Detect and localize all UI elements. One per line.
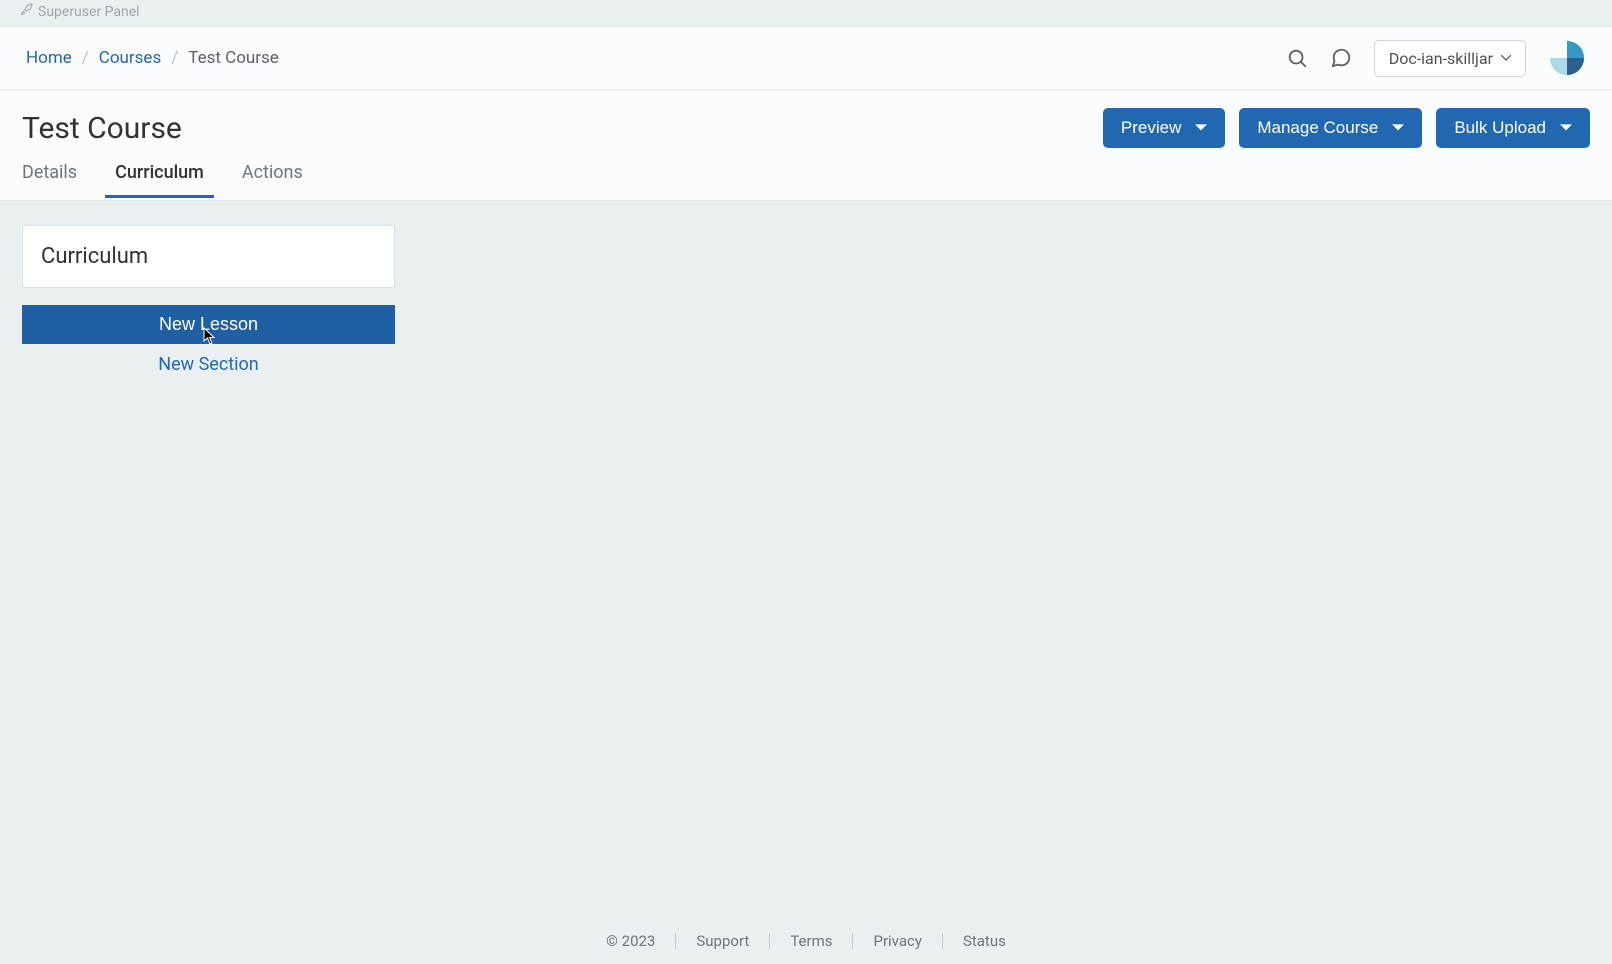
user-name: Doc-ian-skilljar [1389,49,1493,68]
curriculum-panel-title: Curriculum [22,225,395,288]
breadcrumb-current: Test Course [188,48,279,68]
breadcrumb-home[interactable]: Home [26,48,72,68]
tab-curriculum[interactable]: Curriculum [115,162,204,200]
footer-divider [675,933,676,949]
footer-divider [942,933,943,949]
breadcrumb: Home / Courses / Test Course [26,48,279,68]
tabs: Details Curriculum Actions [22,162,1590,200]
bulk-label: Bulk Upload [1454,118,1546,138]
curriculum-panel: Curriculum New Lesson New Section [22,225,395,385]
footer-status-link[interactable]: Status [963,932,1006,950]
tab-actions[interactable]: Actions [242,162,303,200]
new-lesson-button[interactable]: New Lesson [22,305,395,344]
footer-terms-link[interactable]: Terms [790,932,832,950]
breadcrumb-courses[interactable]: Courses [99,48,161,68]
superuser-panel-bar[interactable]: Superuser Panel [0,0,1612,26]
search-icon[interactable] [1286,47,1308,69]
caret-down-icon [1560,122,1572,134]
preview-label: Preview [1121,118,1181,138]
user-dropdown[interactable]: Doc-ian-skilljar [1374,40,1526,77]
tab-details[interactable]: Details [22,162,77,200]
chat-icon[interactable] [1330,47,1352,69]
manage-course-button[interactable]: Manage Course [1239,108,1422,148]
footer-support-link[interactable]: Support [696,932,749,950]
new-section-link[interactable]: New Section [22,344,395,385]
caret-down-icon [1195,122,1207,134]
content-area: Curriculum New Lesson New Section [0,201,1612,409]
brand-logo[interactable] [1548,39,1586,77]
header-actions: Preview Manage Course Bulk Upload [1103,108,1590,148]
caret-down-icon [1501,55,1511,61]
superuser-label: Superuser Panel [38,4,140,20]
page-header: Test Course Preview Manage Course Bulk U… [0,90,1612,201]
breadcrumb-separator: / [171,48,178,68]
preview-button[interactable]: Preview [1103,108,1225,148]
caret-down-icon [1392,122,1404,134]
page-title: Test Course [22,111,182,146]
rocket-icon [20,3,33,20]
footer-divider [852,933,853,949]
nav-right: Doc-ian-skilljar [1286,39,1586,77]
footer-privacy-link[interactable]: Privacy [873,932,921,950]
bulk-upload-button[interactable]: Bulk Upload [1436,108,1590,148]
top-nav: Home / Courses / Test Course Doc-ian-ski… [0,26,1612,90]
footer-divider [769,933,770,949]
footer-copyright: © 2023 [606,932,655,950]
manage-label: Manage Course [1257,118,1378,138]
footer: © 2023 Support Terms Privacy Status [0,932,1612,950]
breadcrumb-separator: / [82,48,89,68]
